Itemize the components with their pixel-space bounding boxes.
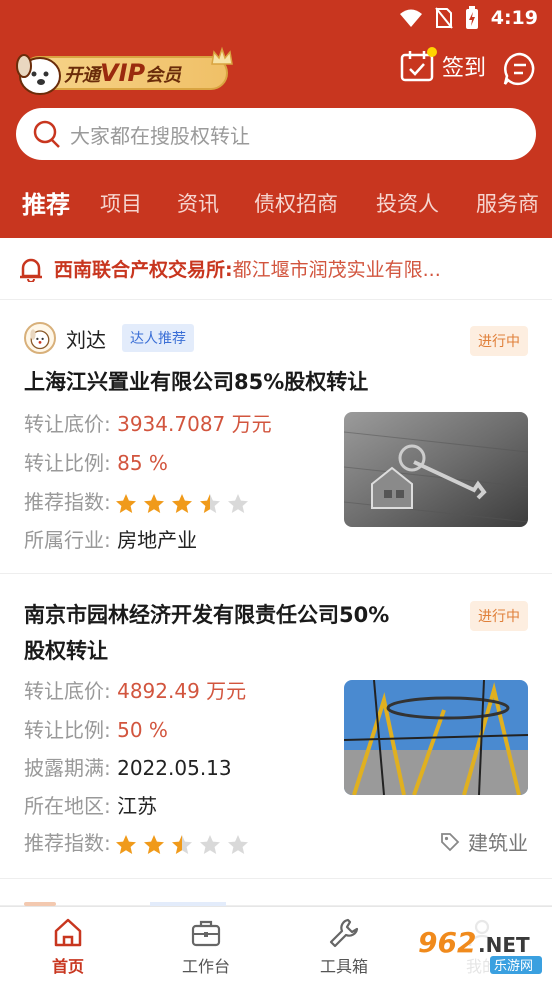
- no-sim-icon: [434, 7, 453, 29]
- avatar: [24, 322, 56, 354]
- rating-row: 推荐指数:: [24, 827, 249, 856]
- ratio-value: 50 %: [117, 718, 168, 742]
- site-watermark-logo: 962 .NET 乐游网: [412, 918, 546, 976]
- disclosure-value: 2022.05.13: [117, 756, 232, 780]
- star-icon: [115, 493, 136, 513]
- wrench-icon: [329, 918, 359, 948]
- search-placeholder: 大家都在搜股权转让: [70, 123, 250, 148]
- notice-bar[interactable]: 西南联合产权交易所: 都江堰市润茂实业有限...: [0, 238, 552, 300]
- price-value: 3934.7087 万元: [117, 412, 272, 436]
- notice-text: 都江堰市润茂实业有限...: [232, 259, 441, 281]
- ratio-row: 转让比例: 50 %: [24, 718, 168, 742]
- notification-dot: [427, 47, 437, 57]
- wifi-icon: [399, 9, 422, 27]
- svg-text:乐游网: 乐游网: [494, 959, 533, 974]
- star-icon: [115, 834, 136, 854]
- nav-home[interactable]: 首页: [28, 917, 108, 977]
- nav-toolbox-label: 工具箱: [319, 957, 368, 976]
- crown-icon: [211, 46, 233, 65]
- star-icon: [143, 834, 164, 854]
- search-icon: [33, 120, 60, 148]
- tab-projects[interactable]: 项目: [100, 188, 142, 218]
- star-icon: [227, 493, 248, 513]
- region-row: 所在地区: 江苏: [24, 794, 158, 818]
- battery-charging-icon: [465, 6, 478, 29]
- star-icon: [171, 493, 192, 513]
- listing-card[interactable]: 进行中 南京市园林经济开发有限责任公司50% 股权转让 转让底价: 4892.4…: [0, 575, 552, 879]
- keys-photo: [344, 412, 528, 527]
- home-icon: [54, 918, 82, 947]
- rating-stars: [115, 493, 249, 515]
- signin-button[interactable]: 签到: [400, 47, 487, 82]
- listing-title-line1: 南京市园林经济开发有限责任公司50%: [24, 603, 390, 627]
- disclosure-row: 披露期满: 2022.05.13: [24, 756, 232, 780]
- listing-title: 上海江兴置业有限公司85%股权转让: [24, 370, 369, 394]
- construction-photo: [344, 680, 528, 795]
- tab-service-providers[interactable]: 服务商: [476, 188, 539, 218]
- author-row: 刘达 达人推荐: [24, 322, 194, 354]
- tab-recommend[interactable]: 推荐: [22, 185, 70, 220]
- header: 4:19 开通VIP会员 签到 大家都在搜股权转让 推荐 项目 资讯 债权招商: [0, 0, 552, 238]
- svg-text:.NET: .NET: [478, 933, 530, 957]
- search-bar[interactable]: 大家都在搜股权转让: [16, 108, 536, 160]
- vip-label: 开通VIP会员: [64, 59, 182, 87]
- nav-home-label: 首页: [51, 957, 84, 976]
- bell-icon: [20, 258, 42, 282]
- ratio-value: 85 %: [117, 451, 168, 475]
- price-value: 4892.49 万元: [117, 679, 247, 703]
- status-time: 4:19: [490, 7, 538, 29]
- region-value: 江苏: [117, 794, 158, 818]
- rating-row: 推荐指数:: [24, 486, 249, 515]
- star-icon: [171, 834, 192, 854]
- tab-investors[interactable]: 投资人: [376, 188, 439, 218]
- dog-mascot-icon: [16, 54, 61, 95]
- status-badge: 进行中: [470, 326, 528, 356]
- star-icon: [199, 834, 220, 854]
- tab-debt-investment[interactable]: 债权招商: [254, 188, 338, 218]
- nav-workbench-label: 工作台: [181, 957, 230, 976]
- price-row: 转让底价: 4892.49 万元: [24, 679, 247, 703]
- rating-stars: [115, 834, 249, 856]
- star-icon: [143, 493, 164, 513]
- tag-icon: [441, 832, 460, 851]
- nav-toolbox[interactable]: 工具箱: [304, 917, 384, 977]
- author-name: 刘达: [66, 327, 106, 352]
- category-tabs: 推荐 项目 资讯 债权招商 投资人 服务商: [0, 180, 552, 228]
- industry-row: 所属行业: 房地产业: [24, 528, 198, 552]
- industry-tag: 建筑业: [440, 827, 528, 856]
- industry-label: 建筑业: [468, 831, 528, 855]
- message-icon[interactable]: [502, 52, 538, 86]
- briefcase-icon: [191, 920, 221, 947]
- notice-source: 西南联合产权交易所:: [54, 259, 233, 281]
- expert-recommend-tag: 达人推荐: [122, 324, 194, 352]
- industry-value: 房地产业: [117, 528, 198, 552]
- nav-workbench[interactable]: 工作台: [166, 917, 246, 977]
- tab-news[interactable]: 资讯: [177, 188, 219, 218]
- listing-title-line2: 股权转让: [24, 639, 108, 663]
- status-bar: 4:19: [0, 0, 552, 40]
- listing-card-partial[interactable]: [0, 880, 552, 906]
- vip-membership-button[interactable]: 开通VIP会员: [14, 46, 233, 96]
- star-icon: [227, 834, 248, 854]
- star-icon: [199, 493, 220, 513]
- ratio-row: 转让比例: 85 %: [24, 451, 168, 475]
- svg-text:962: 962: [418, 926, 476, 959]
- status-badge: 进行中: [470, 601, 528, 631]
- calendar-check-icon: [400, 47, 437, 82]
- signin-label: 签到: [442, 56, 487, 81]
- listing-card[interactable]: 刘达 达人推荐 进行中 上海江兴置业有限公司85%股权转让 转让底价: 3934…: [0, 306, 552, 574]
- price-row: 转让底价: 3934.7087 万元: [24, 412, 272, 436]
